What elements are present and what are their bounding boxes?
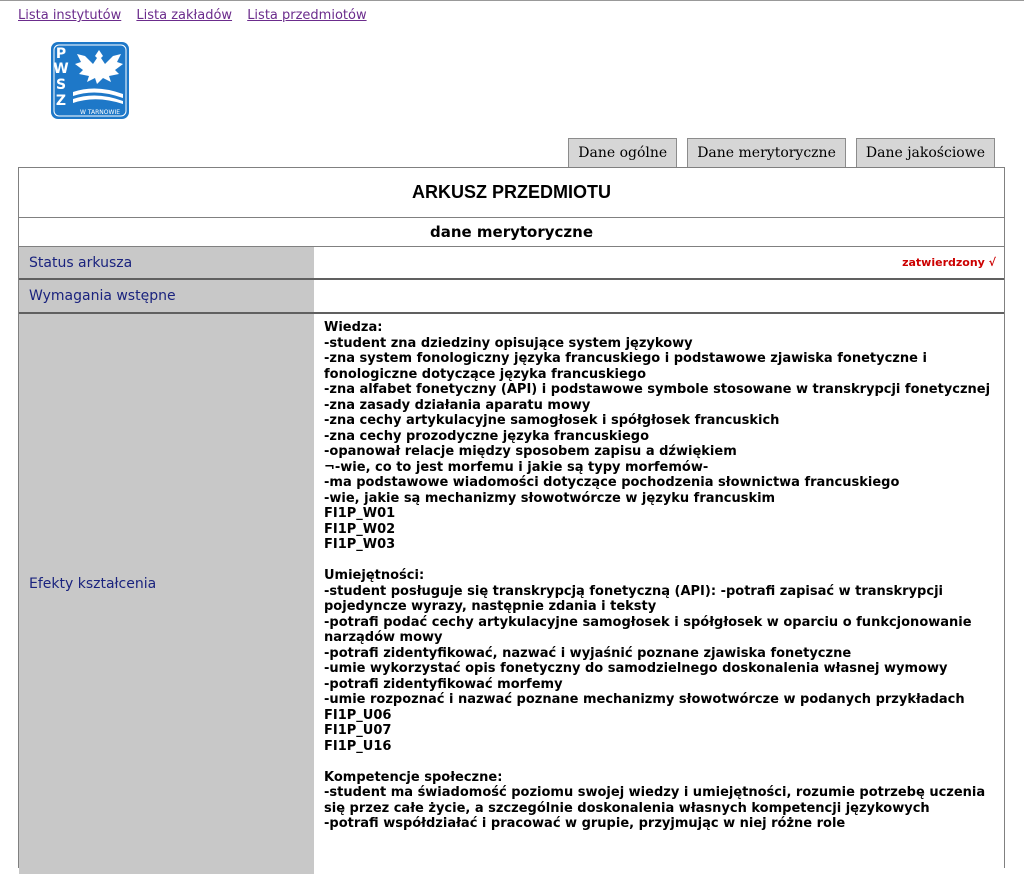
efekty-line: Umiejętności: [324,568,425,583]
efekty-line: -zna cechy prozodyczne języka francuskie… [324,428,649,444]
sheet-title: ARKUSZ PRZEDMIOTU [412,182,611,202]
logo-letter-p: P [56,46,66,62]
logo-letter-w: W [53,61,68,77]
efekty-line: -zna system fonologiczny języka francusk… [324,351,927,366]
link-lista-zakladow[interactable]: Lista zakładów [136,8,232,23]
efekty-line: -potrafi współdziałać i pracować w grupi… [324,816,846,831]
efekty-line: -potrafi podać cechy artykulacyjne samog… [324,614,972,630]
sheet-subtitle-row: dane merytoryczne [19,218,1004,247]
logo-letter-z: Z [56,93,66,109]
top-border [0,0,1024,1]
efekty-line: -student zna dziedziny opisujące system … [324,335,693,351]
tab-dane-ogolne[interactable]: Dane ogólne [568,138,678,167]
logo-caption: W TARNOWIE [80,109,120,116]
efekty-line: -potrafi zidentyfikować morfemy [324,676,563,692]
top-navigation: Lista instytutów Lista zakładów Lista pr… [18,8,378,23]
status-label: Status arkusza [19,247,314,278]
efekty-line: narządów mowy [324,630,443,645]
efekty-line: -student ma świadomość poziomu swojej wi… [324,785,986,800]
efekty-line: -potrafi zidentyfikować, nazwać i wyjaśn… [324,645,852,661]
efekty-line: FI1P_W03 [324,537,396,552]
efekty-line: -zna cechy artykulacyjne samogłosek i sp… [324,413,780,428]
efekty-line: -student posługuje się transkrypcją fone… [324,583,943,599]
efekty-line: -opanował relacje między sposobem zapisu… [324,444,737,459]
efekty-line [324,553,994,569]
efekty-line: FI1P_U16 [324,738,392,754]
wymagania-label: Wymagania wstępne [19,280,314,312]
status-value: zatwierdzony √ [902,256,996,269]
efekty-line: -wie, jakie są mechanizmy słowotwórcze w… [324,490,776,506]
tab-bar: Dane ogólne Dane merytoryczne Dane jakoś… [558,138,995,167]
efekty-line: się przez całe życie, a szczególnie dosk… [324,800,930,816]
efekty-content: Wiedza: -student zna dziedziny opisujące … [314,314,1004,874]
status-row: Status arkusza zatwierdzony √ [19,247,1004,280]
efekty-line: pojedyncze wyrazy, następnie zdania i te… [324,599,657,614]
link-lista-instytutow[interactable]: Lista instytutów [18,8,121,23]
efekty-line: -zna zasady działania aparatu mowy [324,397,591,413]
efekty-line: ¬-wie, co to jest morfemu i jakie są typ… [324,459,709,475]
efekty-row: Efekty kształcenia Wiedza: -student zna d… [19,314,1004,874]
efekty-line: FI1P_U07 [324,723,392,738]
efekty-line: -umie wykorzystać opis fonetyczny do sam… [324,661,948,676]
wymagania-row: Wymagania wstępne [19,280,1004,314]
efekty-label: Efekty kształcenia [19,314,314,874]
efekty-line: FI1P_W02 [324,521,396,537]
efekty-line: Wiedza: [324,320,383,335]
link-lista-przedmiotow[interactable]: Lista przedmiotów [247,8,366,23]
logo-letter-s: S [56,77,66,93]
efekty-line: -umie rozpoznać i nazwać poznane mechani… [324,692,965,707]
efekty-line: FI1P_U06 [324,707,392,723]
efekty-line: Kompetencje społeczne: [324,769,503,785]
tab-dane-jakosciowe[interactable]: Dane jakościowe [855,138,995,167]
efekty-line: -ma podstawowe wiadomości dotyczące poch… [324,475,900,490]
pwsz-logo: P W S Z W TARNOWIE [51,42,129,123]
tab-dane-merytoryczne[interactable]: Dane merytoryczne [687,138,846,167]
wymagania-value [314,280,1004,312]
efekty-line: fonologiczne dotyczące języka francuskie… [324,366,647,382]
efekty-line: FI1P_W01 [324,506,396,521]
sheet-title-row: ARKUSZ PRZEDMIOTU [19,168,1004,218]
sheet-subtitle: dane merytoryczne [429,223,594,241]
efekty-line [324,754,994,770]
subject-sheet: ARKUSZ PRZEDMIOTU dane merytoryczne Stat… [18,167,1005,874]
efekty-line: -zna alfabet fonetyczny (API) i podstawo… [324,382,991,397]
